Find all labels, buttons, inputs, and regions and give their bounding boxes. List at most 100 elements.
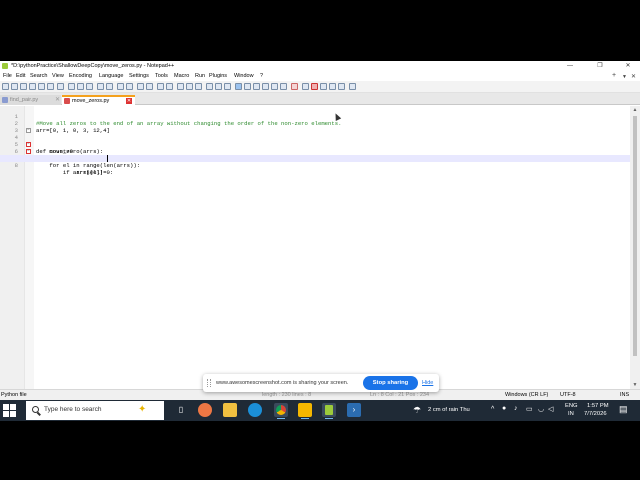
save-icon[interactable] [20,83,27,90]
taskbar-search-box[interactable]: Type here to search ✦ [26,401,164,420]
wifi-icon[interactable]: ◡ [538,405,544,413]
zoom-out-icon[interactable] [146,83,153,90]
menu-window[interactable]: Window [234,73,254,79]
scroll-up-icon[interactable]: ▲ [631,106,639,114]
hidden-icons-chevron-icon[interactable]: ^ [491,406,494,413]
input-region[interactable]: IN [568,411,574,417]
zoom-in-icon[interactable] [137,83,144,90]
menu-help[interactable]: ? [260,73,263,79]
sync-vertical-icon[interactable] [157,83,164,90]
tab-move-zeros[interactable]: move_zeros.py ✕ [62,95,135,105]
close-all-icon[interactable] [47,83,54,90]
sync-horizontal-icon[interactable] [166,83,173,90]
menu-view[interactable]: View [52,73,64,79]
status-eol[interactable]: Windows (CR LF) [505,392,548,398]
find-icon[interactable] [117,83,124,90]
powershell-icon[interactable]: › [347,403,361,417]
tab-close-icon[interactable]: ✕ [55,95,60,105]
minimize-button[interactable]: — [560,61,580,71]
copilot-icon[interactable] [198,403,212,417]
edge-browser-icon[interactable] [248,403,262,417]
code-editor[interactable]: 1 #Move all zeros to the end of an array… [0,106,630,389]
new-file-icon[interactable] [2,83,9,90]
lang-icon[interactable] [280,83,287,90]
clock-time[interactable]: 1:57 PM [587,403,609,409]
clear-icon[interactable] [291,83,298,90]
close-doc-icon[interactable]: ✕ [631,73,636,80]
monitoring-icon[interactable] [253,83,260,90]
title-bar: *D:\pythonPractice\ShallowDeepCopy\move_… [0,61,640,71]
macro-play-icon[interactable] [320,83,327,90]
fold-toggle-icon[interactable]: − [26,142,31,147]
menu-plugins[interactable]: Plugins [209,73,227,79]
save-all-icon[interactable] [29,83,36,90]
scrollbar-thumb[interactable] [633,116,637,356]
sticky-notes-icon[interactable] [298,403,312,419]
macro-stop-icon[interactable] [311,83,318,90]
stop-sharing-button[interactable]: Stop sharing [363,376,418,390]
clock-date[interactable]: 7/7/2026 [584,411,607,417]
notifications-icon[interactable]: ▤ [619,404,628,415]
spell-check-icon[interactable] [349,83,356,90]
folder-workspace-icon[interactable] [244,83,251,90]
windows-start-icon[interactable] [3,404,16,417]
cut-icon[interactable] [68,83,75,90]
function-list-icon[interactable] [235,83,242,90]
maximize-button[interactable]: ❐ [590,61,610,71]
unfold-all-icon[interactable] [215,83,222,90]
menu-edit[interactable]: Edit [16,73,25,79]
doc-map-icon[interactable] [224,83,231,90]
new-tab-plus-icon[interactable]: + [612,72,616,79]
weather-icon[interactable]: ☂ [413,405,421,416]
menu-macro[interactable]: Macro [174,73,189,79]
word-wrap-icon[interactable] [177,83,184,90]
close-file-icon[interactable] [38,83,45,90]
replace-icon[interactable] [126,83,133,90]
battery-icon[interactable]: ▭ [526,405,533,413]
menu-tools[interactable]: Tools [155,73,168,79]
menu-run[interactable]: Run [195,73,205,79]
weather-text[interactable]: 2 cm of rain Thu [428,407,470,413]
redo-icon[interactable] [106,83,113,90]
drag-handle-icon[interactable] [207,379,211,387]
network-icon[interactable]: ● [502,405,506,412]
panel-icon[interactable] [271,83,278,90]
fold-toggle-icon[interactable]: − [26,128,31,133]
menu-file[interactable]: File [3,73,12,79]
line-number: 8 [14,162,18,169]
doc-list-icon[interactable] [262,83,269,90]
show-all-chars-icon[interactable] [186,83,193,90]
open-file-icon[interactable] [11,83,18,90]
chrome-icon[interactable] [274,403,288,419]
speaker-icon[interactable]: ◁ [548,405,553,413]
status-insert-mode: INS [620,392,630,398]
paste-icon[interactable] [86,83,93,90]
status-encoding[interactable]: UTF-8 [560,392,576,398]
tab-find-pair[interactable]: find_pair.py ✕ [0,95,61,105]
notepadpp-app-icon [2,63,8,69]
menu-language[interactable]: Language [99,73,123,79]
close-button[interactable]: ✕ [618,61,638,71]
print-icon[interactable] [57,83,64,90]
fold-all-icon[interactable] [206,83,213,90]
fold-toggle-icon[interactable]: − [26,149,31,154]
macro-save-icon[interactable] [338,83,345,90]
undo-icon[interactable] [97,83,104,90]
tab-close-icon[interactable]: ✕ [126,98,132,104]
task-view-icon[interactable]: ▯ [174,403,188,417]
file-explorer-icon[interactable] [223,403,237,417]
indent-guide-icon[interactable] [195,83,202,90]
notepadpp-taskbar-icon[interactable] [322,403,336,419]
copy-icon[interactable] [77,83,84,90]
input-language[interactable]: ENG [565,403,578,409]
tab-list-chevron-icon[interactable]: ▼ [622,74,627,80]
menu-search[interactable]: Search [30,73,47,79]
macro-run-multiple-icon[interactable] [329,83,336,90]
macro-record-icon[interactable] [302,83,309,90]
hide-link[interactable]: Hide [422,380,433,386]
scroll-down-icon[interactable]: ▼ [631,381,639,389]
menu-encoding[interactable]: Encoding [69,73,92,79]
menu-settings[interactable]: Settings [129,73,149,79]
vertical-scrollbar[interactable]: ▲ ▼ [630,106,640,389]
volume-icon[interactable]: ♪ [514,405,518,412]
